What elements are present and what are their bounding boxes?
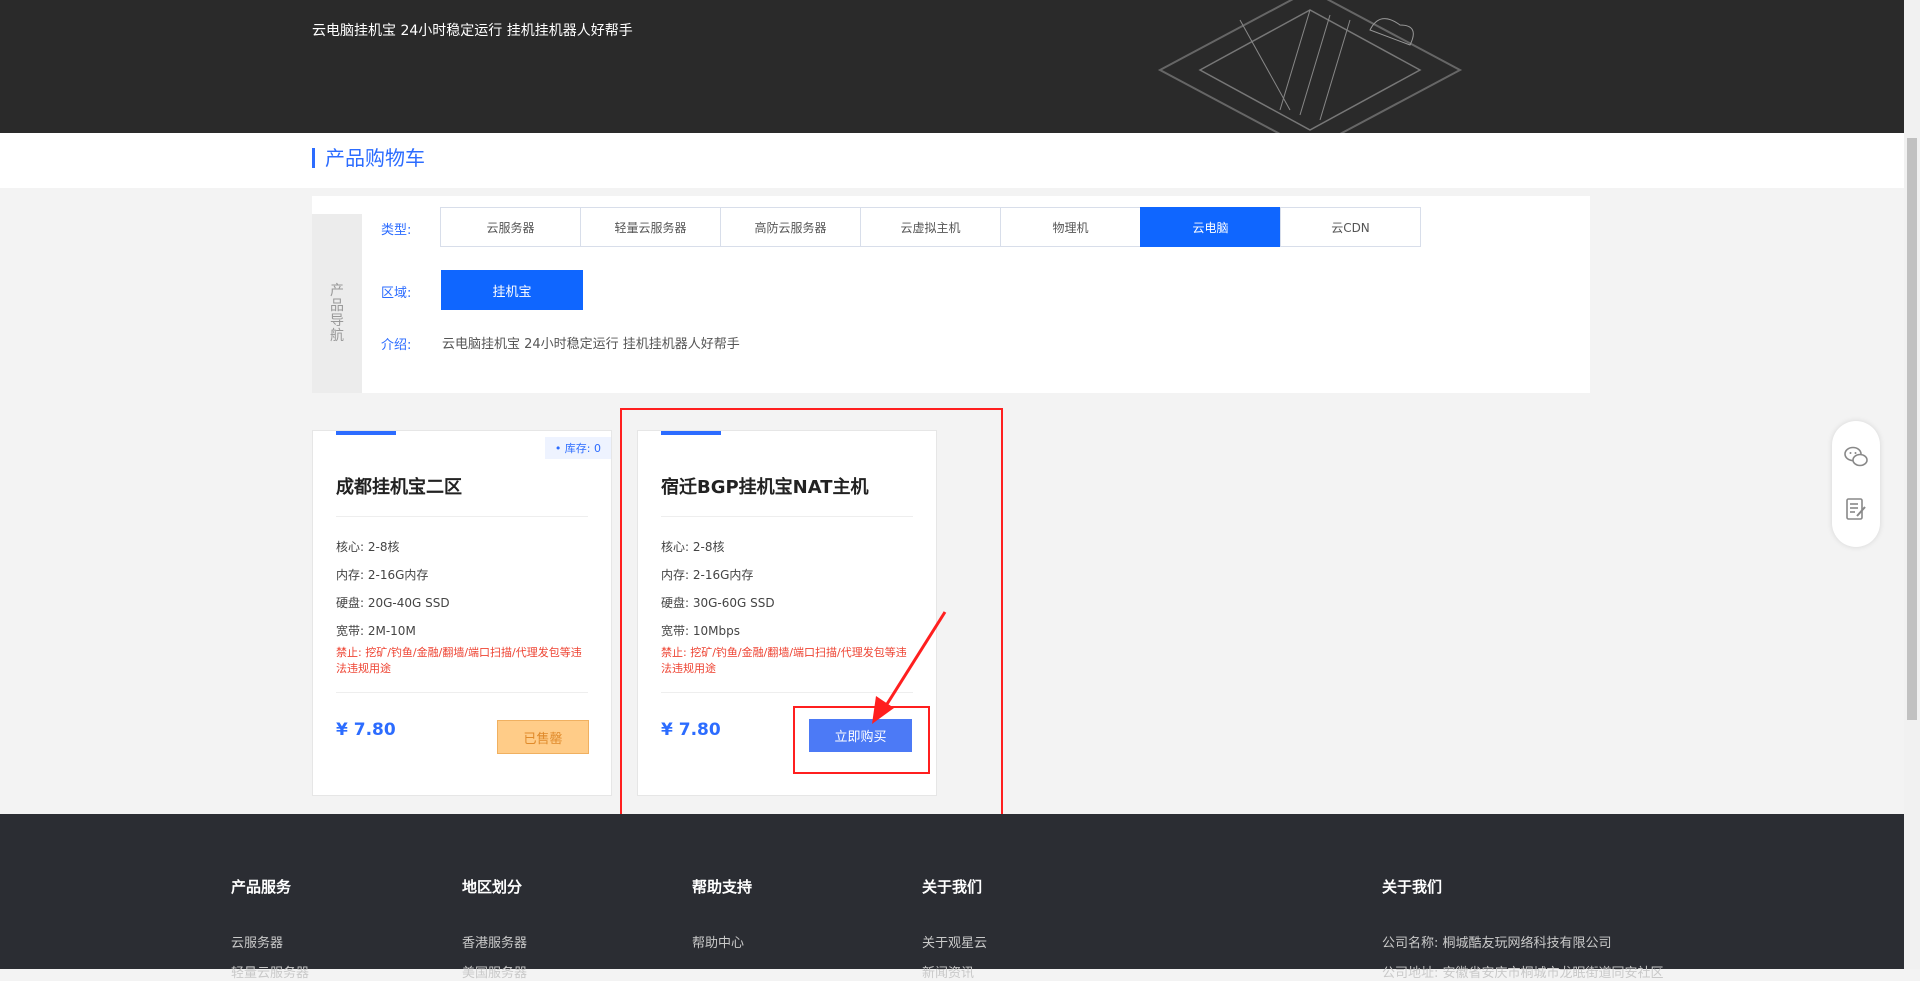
footer-link[interactable]: 香港服务器 xyxy=(462,932,527,951)
footer: 产品服务 地区划分 帮助支持 关于我们 关于我们 云服务器 香港服务器 帮助中心… xyxy=(0,814,1904,981)
annotation-arrow xyxy=(872,611,947,724)
company-address: 公司地址: 安徽省安庆市桐城市龙眠街道同安社区 xyxy=(1382,966,1664,981)
product-name: 成都挂机宝二区 xyxy=(336,477,462,498)
spec-core: 核心: 2-8核 xyxy=(336,540,400,554)
product-card: • 库存: 0 成都挂机宝二区 核心: 2-8核 内存: 2-16G内存 硬盘:… xyxy=(312,430,612,796)
tab-virtual-host[interactable]: 云虚拟主机 xyxy=(860,207,1001,247)
tab-cloud-cdn[interactable]: 云CDN xyxy=(1280,207,1421,247)
intro-text: 云电脑挂机宝 24小时稳定运行 挂机挂机器人好帮手 xyxy=(442,337,740,352)
sold-out-button: 已售罄 xyxy=(497,720,589,754)
stock-badge: • 库存: 0 xyxy=(544,437,611,459)
page-title: 产品购物车 xyxy=(312,148,425,168)
nav-side-label: 产品导航 xyxy=(330,283,344,344)
spec-memory: 内存: 2-16G内存 xyxy=(336,568,429,582)
company-name: 公司名称: 桐城酷友玩网络科技有限公司 xyxy=(1382,936,1612,951)
intro-label: 介绍: xyxy=(381,338,412,353)
footer-heading-regions: 地区划分 xyxy=(462,878,523,896)
footer-heading-products: 产品服务 xyxy=(231,878,292,896)
price: ¥ 7.80 xyxy=(336,720,396,740)
type-tabs: 云服务器 轻量云服务器 高防云服务器 云虚拟主机 物理机 云电脑 云CDN xyxy=(440,207,1421,247)
footer-heading-support: 帮助支持 xyxy=(692,878,753,896)
product-nav-panel: 产品导航 类型: 云服务器 轻量云服务器 高防云服务器 云虚拟主机 物理机 云电… xyxy=(312,196,1590,393)
wechat-icon[interactable] xyxy=(1844,445,1868,469)
tab-light-cloud-server[interactable]: 轻量云服务器 xyxy=(580,207,721,247)
type-label: 类型: xyxy=(381,223,412,238)
divider xyxy=(336,516,588,517)
region-label: 区域: xyxy=(381,286,412,301)
scrollbar[interactable] xyxy=(1904,0,1920,969)
footer-link[interactable]: 云服务器 xyxy=(231,932,283,951)
footer-link[interactable]: 帮助中心 xyxy=(692,932,744,951)
floating-contact-panel xyxy=(1832,421,1880,547)
spec-disk: 硬盘: 20G-40G SSD xyxy=(336,596,450,610)
tab-cloud-server[interactable]: 云服务器 xyxy=(440,207,581,247)
nav-side-strip: 产品导航 xyxy=(312,214,362,393)
banner-text: 云电脑挂机宝 24小时稳定运行 挂机挂机器人好帮手 xyxy=(312,23,633,39)
footer-link[interactable]: 关于观星云 xyxy=(922,932,987,951)
tab-physical-machine[interactable]: 物理机 xyxy=(1000,207,1141,247)
edit-note-icon[interactable] xyxy=(1844,497,1868,521)
region-option-hangjibao[interactable]: 挂机宝 xyxy=(441,270,583,310)
tab-ddos-cloud-server[interactable]: 高防云服务器 xyxy=(720,207,861,247)
card-accent-bar xyxy=(336,431,396,435)
usage-warning: 禁止: 挖矿/钓鱼/金融/翻墙/端口扫描/代理发包等违法违规用途 xyxy=(336,646,582,675)
top-banner: 云电脑挂机宝 24小时稳定运行 挂机挂机器人好帮手 xyxy=(0,0,1904,133)
footer-heading-about: 关于我们 xyxy=(922,878,983,896)
footer-link[interactable]: 新闻资讯 xyxy=(922,962,974,981)
footer-link[interactable]: 轻量云服务器 xyxy=(231,962,309,981)
spec-bandwidth: 宽带: 2M-10M xyxy=(336,624,416,638)
divider xyxy=(336,692,588,693)
footer-link[interactable]: 美国服务器 xyxy=(462,962,527,981)
footer-heading-company: 关于我们 xyxy=(1382,878,1443,896)
cart-title-bar: 产品购物车 xyxy=(0,133,1904,188)
scrollbar-thumb[interactable] xyxy=(1907,138,1917,720)
banner-illustration xyxy=(1157,0,1463,133)
tab-cloud-pc[interactable]: 云电脑 xyxy=(1140,207,1281,247)
